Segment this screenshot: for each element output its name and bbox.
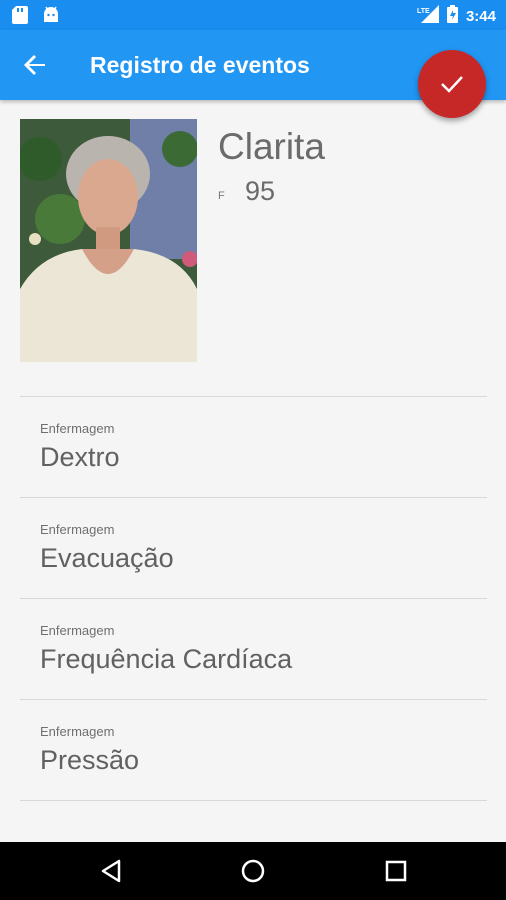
check-icon bbox=[441, 76, 463, 93]
nav-back-button[interactable] bbox=[97, 856, 127, 886]
list-item[interactable]: Enfermagem Frequência Cardíaca bbox=[20, 599, 487, 700]
patient-name: Clarita bbox=[218, 126, 325, 167]
signal-icon: LTE bbox=[417, 5, 439, 27]
square-recents-icon bbox=[385, 860, 407, 882]
list-item[interactable]: Enfermagem Dextro bbox=[20, 397, 487, 498]
back-button[interactable] bbox=[20, 50, 50, 80]
event-label: Pressão bbox=[40, 745, 140, 775]
arrow-back-icon bbox=[24, 55, 45, 75]
patient-age: 95 bbox=[245, 176, 276, 206]
nav-home-button[interactable] bbox=[238, 856, 268, 886]
confirm-button[interactable] bbox=[418, 50, 486, 118]
patient-sex: F bbox=[218, 190, 225, 202]
event-list: Enfermagem Dextro Enfermagem Evacuação E… bbox=[20, 396, 487, 801]
event-label: Dextro bbox=[40, 442, 120, 472]
android-icon bbox=[42, 6, 60, 29]
circle-home-icon bbox=[241, 859, 265, 883]
event-category: Enfermagem bbox=[40, 421, 115, 436]
list-item[interactable]: Enfermagem Evacuação bbox=[20, 498, 487, 599]
system-nav-bar bbox=[0, 842, 506, 900]
network-type: LTE bbox=[417, 8, 430, 15]
nav-recents-button[interactable] bbox=[381, 856, 411, 886]
event-label: Evacuação bbox=[40, 543, 174, 573]
patient-photo bbox=[20, 119, 197, 362]
status-bar: LTE 3:44 bbox=[0, 0, 506, 30]
battery-icon bbox=[446, 5, 458, 27]
event-label: Frequência Cardíaca bbox=[40, 644, 293, 674]
event-category: Enfermagem bbox=[40, 623, 115, 638]
clock: 3:44 bbox=[465, 7, 496, 25]
sd-card-icon bbox=[12, 6, 28, 29]
event-category: Enfermagem bbox=[40, 724, 115, 739]
list-item[interactable]: Enfermagem Pressão bbox=[20, 700, 487, 801]
event-category: Enfermagem bbox=[40, 522, 115, 537]
triangle-back-icon bbox=[101, 859, 121, 883]
page-title: Registro de eventos bbox=[90, 52, 310, 78]
